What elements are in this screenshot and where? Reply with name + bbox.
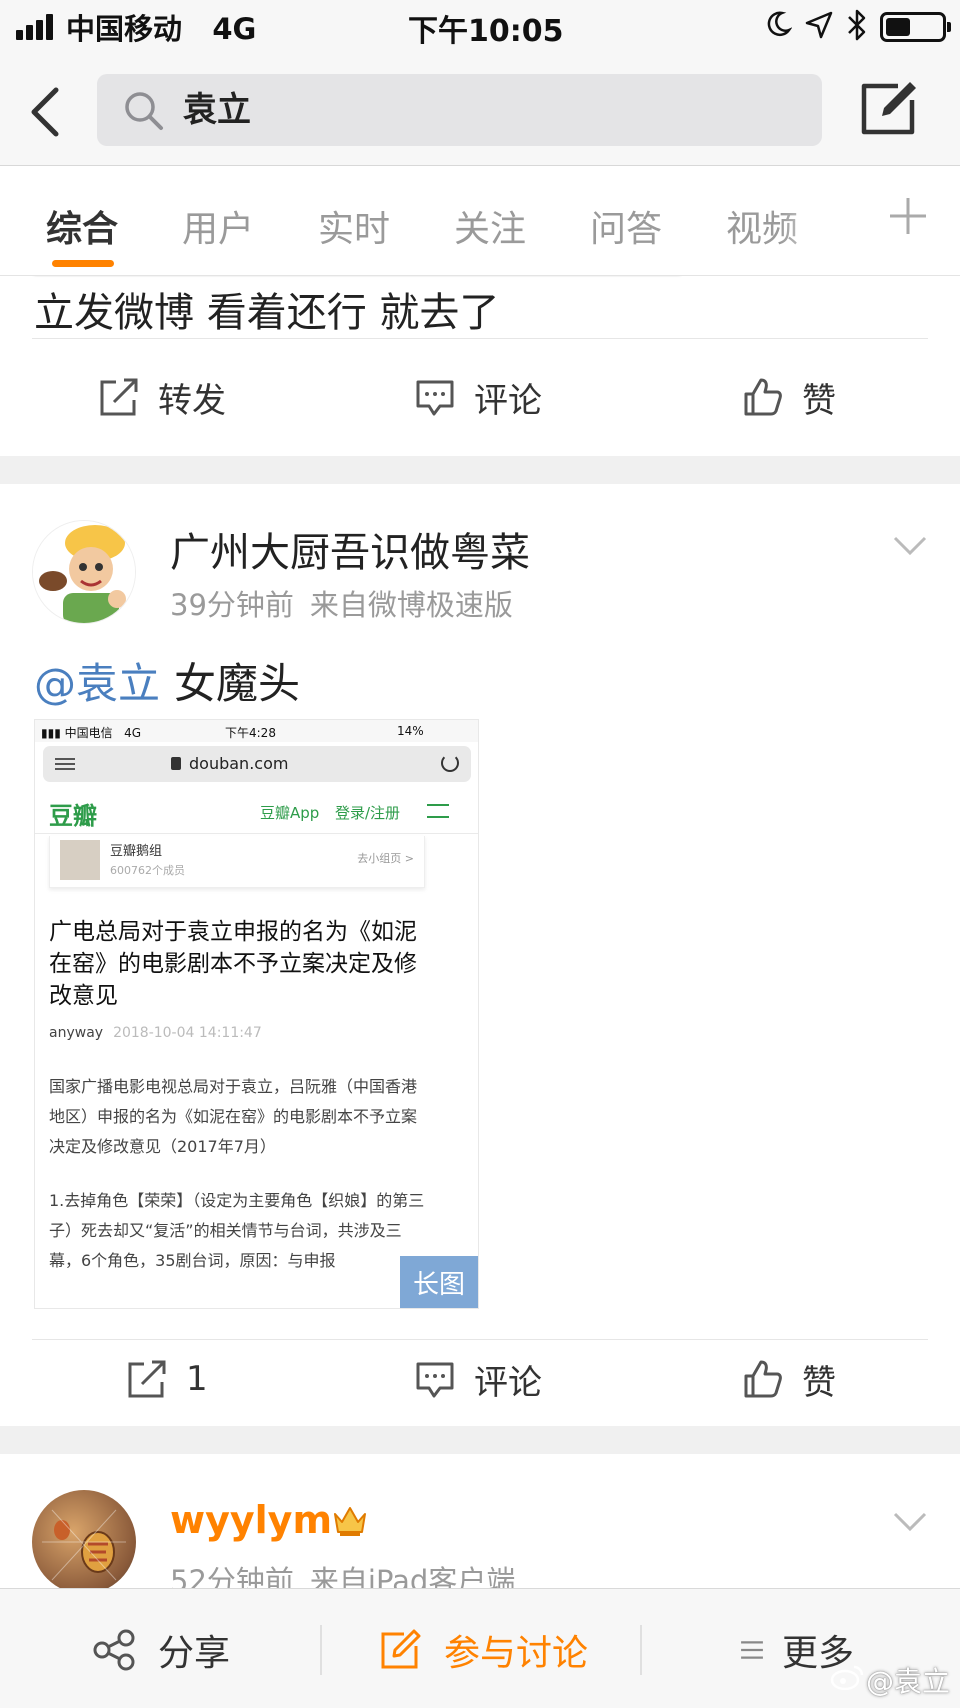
- menu-icon: [741, 1641, 763, 1659]
- share-button[interactable]: 分享: [92, 1625, 230, 1675]
- compose-icon[interactable]: [858, 78, 922, 138]
- image-menu-icon: [55, 758, 75, 770]
- like-button[interactable]: 赞: [742, 372, 836, 422]
- post-source: 来自微博极速版: [309, 588, 513, 622]
- image-site-header: 豆瓣 豆瓣App 登录/注册: [35, 790, 478, 834]
- do-not-disturb-icon: [767, 11, 792, 37]
- separator: [640, 1625, 642, 1675]
- bottom-action-bar: 分享 参与讨论 更多: [0, 1588, 960, 1708]
- repost-button[interactable]: 1: [126, 1354, 208, 1404]
- post-text: ▇▇▇▇▇▇▇▇▇▇▇▇▇▇▇▇▇▇▇▇▇ 立发微博 看着还行 就去了: [34, 276, 934, 344]
- vip-crown-icon: [334, 1507, 366, 1536]
- carrier-label: 中国移动 4G: [66, 12, 257, 46]
- tab-realtime[interactable]: 实时: [318, 200, 390, 252]
- hot-air-balloon-avatar-icon: [42, 1509, 126, 1581]
- long-image-badge: 长图: [400, 1256, 478, 1308]
- battery-icon: [880, 12, 951, 42]
- active-tab-indicator: [52, 260, 114, 267]
- chef-avatar-icon: [33, 521, 135, 623]
- tab-users[interactable]: 用户: [182, 200, 254, 252]
- post-time: 39分钟前: [170, 588, 294, 622]
- image-article-body: 国家广播电影电视总局对于袁立，吕阮雅（中国香港地区）申报的名为《如泥在窑》的电影…: [49, 1077, 418, 1156]
- post-text-cut-line: ▇▇▇▇▇▇▇▇▇▇▇▇▇▇▇▇▇▇▇▇▇: [34, 276, 934, 282]
- separator: [320, 1625, 322, 1675]
- nav-bar: 袁立: [0, 56, 960, 166]
- back-icon[interactable]: [26, 84, 66, 140]
- chevron-down-icon[interactable]: [892, 534, 928, 558]
- feed-card-partial: ▇▇▇▇▇▇▇▇▇▇▇▇▇▇▇▇▇▇▇▇▇ 立发微博 看着还行 就去了 转发 评…: [0, 276, 960, 456]
- like-icon: [744, 378, 782, 416]
- search-input[interactable]: 袁立: [97, 74, 822, 146]
- divider: [32, 338, 928, 339]
- image-search-menu-icon: [427, 804, 449, 818]
- watermark: @袁立: [865, 1665, 950, 1698]
- avatar[interactable]: [32, 520, 136, 624]
- tab-qa[interactable]: 问答: [590, 200, 662, 252]
- repost-button[interactable]: 转发: [98, 372, 226, 422]
- tab-following[interactable]: 关注: [454, 200, 526, 252]
- comment-icon: [416, 380, 454, 416]
- discuss-button[interactable]: 参与讨论: [378, 1625, 588, 1675]
- image-group-card: 豆瓣鹅组 600762个成员 去小组页 >: [49, 836, 425, 888]
- image-article-body-2: 1.去掉角色【荣荣】（设定为主要角色【织娘】的第三子）死去却又“复活”的相关情节…: [49, 1191, 425, 1270]
- image-lock-icon: [171, 757, 181, 770]
- action-bar: 转发 评论 赞: [0, 352, 960, 444]
- share-icon: [93, 1629, 135, 1671]
- comment-icon: [416, 1362, 454, 1398]
- add-tab-icon[interactable]: [886, 194, 930, 238]
- repost-icon: [128, 1360, 166, 1398]
- status-bar: 中国移动 4G 下午10:05: [0, 0, 960, 56]
- post-meta: 39分钟前 来自微博极速版: [170, 582, 513, 624]
- image-status-bar: ▮▮▮ 中国电信 4G 下午4:28 14%: [35, 720, 478, 742]
- search-query: 袁立: [183, 90, 251, 130]
- post-image[interactable]: ▮▮▮ 中国电信 4G 下午4:28 14% douban.com 豆瓣 豆瓣A…: [34, 719, 479, 1309]
- comment-button[interactable]: 评论: [414, 1354, 542, 1404]
- repost-count: 1: [186, 1359, 208, 1399]
- repost-icon: [100, 378, 138, 416]
- image-article-title: 广电总局对于袁立申报的名为《如泥在窑》的电影剧本不予立案决定及修改意见: [49, 919, 417, 1009]
- comment-button[interactable]: 评论: [414, 372, 542, 422]
- avatar[interactable]: [32, 1490, 136, 1594]
- like-button[interactable]: 赞: [742, 1354, 836, 1404]
- image-article-author: anyway 2018-10-04 14:11:47: [49, 1025, 262, 1041]
- weibo-logo-icon: [830, 1665, 864, 1690]
- tab-comprehensive[interactable]: 综合: [46, 200, 118, 252]
- post-body: 女魔头: [174, 659, 301, 708]
- bluetooth-icon: [848, 9, 866, 41]
- chevron-down-icon[interactable]: [892, 1510, 928, 1534]
- action-bar: 1 评论 赞: [0, 1334, 960, 1426]
- post-text-line: 立发微博 看着还行 就去了: [34, 290, 500, 336]
- image-url-bar: douban.com: [43, 746, 471, 782]
- tab-fade: [780, 166, 870, 274]
- mention-link[interactable]: @袁立: [34, 659, 160, 708]
- like-icon: [744, 1360, 782, 1398]
- clock: 下午10:05: [408, 14, 564, 49]
- post-text: @袁立 女魔头: [34, 650, 300, 711]
- signal-icon: [16, 14, 56, 40]
- image-reload-icon: [441, 754, 459, 772]
- location-icon: [805, 11, 833, 39]
- username[interactable]: 广州大厨吾识做粤菜: [170, 520, 530, 578]
- compose-icon: [381, 1629, 421, 1669]
- feed-card: 广州大厨吾识做粤菜 39分钟前 来自微博极速版 @袁立 女魔头 ▮▮▮ 中国电信 4…: [0, 484, 960, 1426]
- search-icon: [125, 92, 163, 130]
- search-tabs: 综合 用户 实时 关注 问答 视频: [0, 166, 960, 276]
- username[interactable]: wyylym: [170, 1498, 332, 1542]
